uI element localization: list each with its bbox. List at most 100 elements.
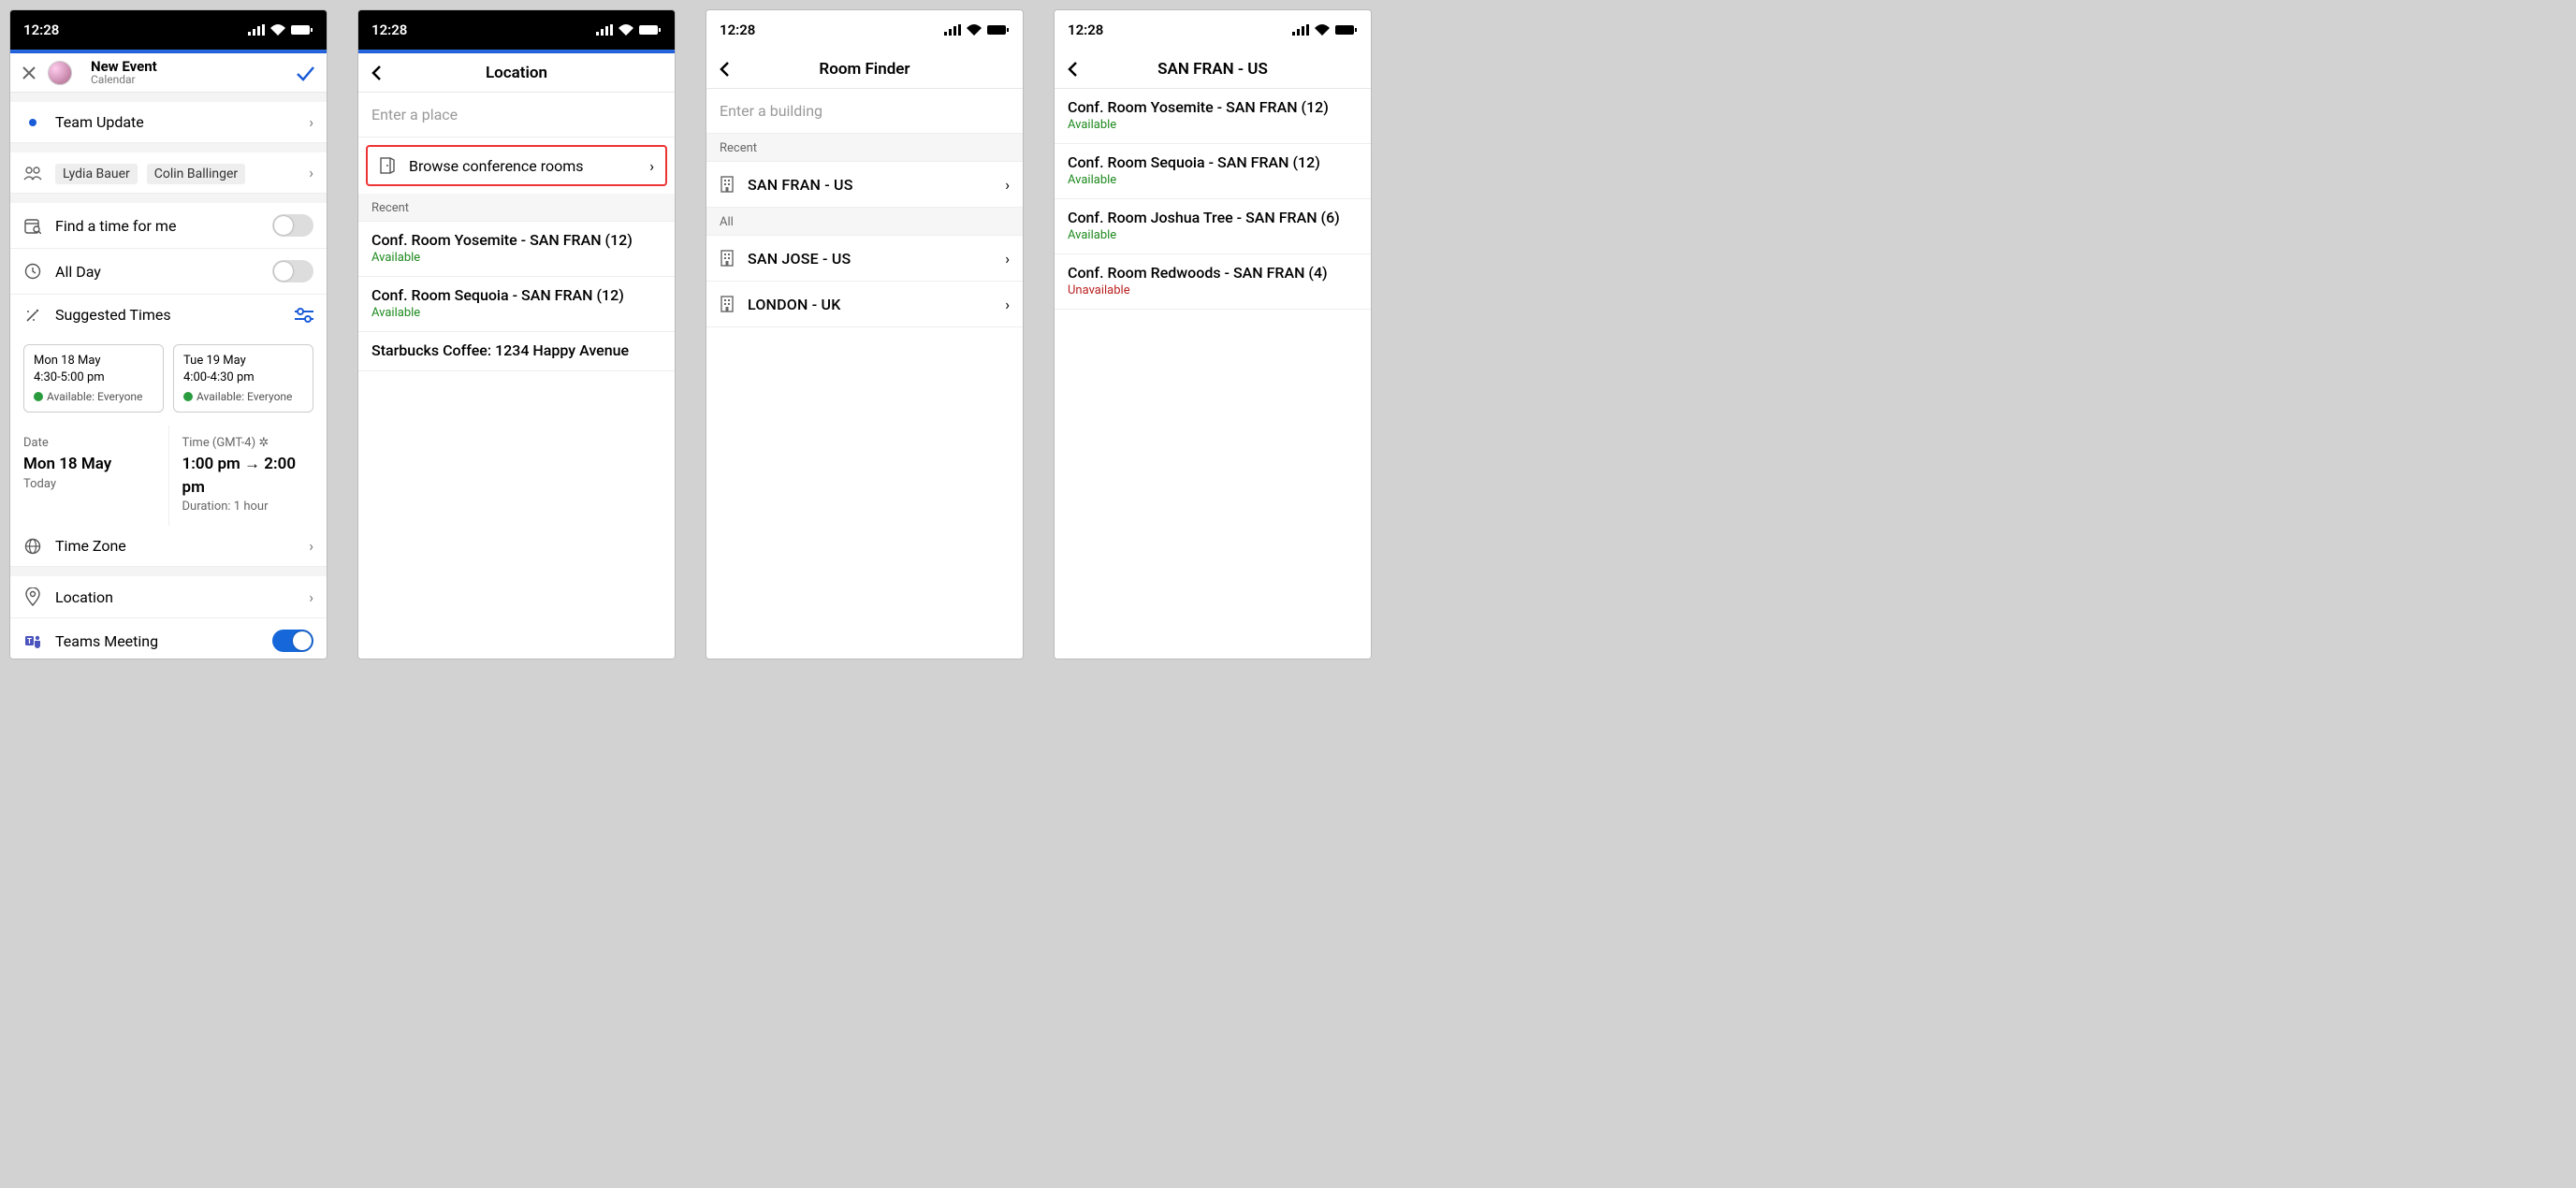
find-time-row[interactable]: Find a time for me — [10, 203, 327, 249]
building-name: SAN FRAN - US — [748, 176, 992, 194]
event-title: Team Update — [55, 113, 296, 131]
place-item[interactable]: Starbucks Coffee: 1234 Happy Avenue — [358, 332, 675, 371]
room-name: Conf. Room Sequoia - SAN FRAN (12) — [1068, 153, 1358, 171]
screen-new-event: 12:28 New Event Calendar Team Update › — [9, 9, 327, 659]
wifi-icon — [1315, 24, 1330, 36]
date-cell[interactable]: Date Mon 18 May Today — [10, 426, 168, 526]
pin-icon — [23, 587, 42, 606]
svg-text:T: T — [27, 637, 32, 645]
time-label: Time (GMT-4) — [182, 436, 256, 450]
clock-icon — [23, 263, 42, 280]
timezone-label: Time Zone — [55, 537, 296, 555]
suggested-time-card[interactable]: Tue 19 May 4:00-4:30 pm Available: Every… — [173, 344, 313, 413]
room-name: Conf. Room Sequoia - SAN FRAN (12) — [371, 286, 662, 304]
chevron-left-icon — [718, 61, 731, 78]
building-item[interactable]: LONDON - UK › — [706, 282, 1023, 327]
chevron-right-icon: › — [309, 164, 313, 181]
battery-icon — [639, 24, 662, 36]
wifi-icon — [270, 24, 285, 36]
event-title-row[interactable]: Team Update › — [10, 102, 327, 143]
date-label: Date — [23, 435, 155, 453]
attendee-chip[interactable]: Colin Ballinger — [147, 164, 245, 184]
header-title: New Event — [91, 59, 284, 75]
browse-label: Browse conference rooms — [409, 157, 636, 175]
date-time-grid: Date Mon 18 May Today Time (GMT-4) ✲ 1:0… — [10, 426, 327, 526]
save-button[interactable] — [295, 63, 315, 83]
building-name: SAN JOSE - US — [748, 250, 992, 268]
page-title: Location — [415, 64, 619, 82]
header: New Event Calendar — [10, 53, 327, 93]
status-icons — [944, 24, 1010, 36]
building-item[interactable]: SAN JOSE - US › — [706, 236, 1023, 282]
screen-location: 12:28 Location Enter a place Browse conf… — [357, 9, 676, 659]
building-item[interactable]: SAN FRAN - US › — [706, 162, 1023, 208]
room-status: Available — [1068, 173, 1358, 187]
browse-conference-rooms-button[interactable]: Browse conference rooms › — [366, 145, 667, 186]
suggested-time-card[interactable]: Mon 18 May 4:30-5:00 pm Available: Every… — [23, 344, 164, 413]
close-icon[interactable] — [22, 65, 36, 80]
sliders-icon[interactable] — [295, 308, 313, 323]
header: Room Finder — [706, 50, 1023, 89]
location-row[interactable]: Location › — [10, 576, 327, 618]
all-day-row[interactable]: All Day — [10, 249, 327, 295]
suggested-times-label: Suggested Times — [55, 306, 282, 324]
all-day-toggle[interactable] — [272, 260, 313, 283]
status-bar: 12:28 — [10, 10, 327, 50]
back-button[interactable] — [1066, 61, 1099, 78]
calendar-search-icon — [23, 217, 42, 234]
search-input[interactable]: Enter a place — [358, 93, 675, 138]
suggested-date: Tue 19 May — [183, 353, 303, 369]
teams-meeting-row[interactable]: T Teams Meeting — [10, 618, 327, 659]
all-day-label: All Day — [55, 263, 259, 281]
room-item[interactable]: Conf. Room Sequoia - SAN FRAN (12) Avail… — [1055, 144, 1371, 199]
timezone-row[interactable]: Time Zone › — [10, 526, 327, 567]
teams-toggle[interactable] — [272, 630, 313, 652]
search-placeholder: Enter a building — [720, 102, 822, 120]
teams-label: Teams Meeting — [55, 632, 259, 650]
page-title: SAN FRAN - US — [1111, 60, 1315, 79]
room-name: Conf. Room Yosemite - SAN FRAN (12) — [1068, 98, 1358, 116]
room-item[interactable]: Conf. Room Yosemite - SAN FRAN (12) Avai… — [1055, 89, 1371, 144]
page-title: Room Finder — [763, 60, 967, 79]
battery-icon — [987, 24, 1010, 36]
globe-icon — [23, 538, 42, 555]
location-label: Location — [55, 588, 296, 606]
building-icon — [720, 175, 735, 194]
back-button[interactable] — [370, 65, 403, 81]
room-status: Available — [371, 306, 662, 320]
find-time-toggle[interactable] — [272, 214, 313, 237]
place-name: Starbucks Coffee: 1234 Happy Avenue — [371, 341, 662, 359]
status-time: 12:28 — [371, 22, 407, 38]
chevron-right-icon: › — [1005, 296, 1010, 313]
room-item[interactable]: Conf. Room Sequoia - SAN FRAN (12) Avail… — [358, 277, 675, 332]
time-cell[interactable]: Time (GMT-4) ✲ 1:00 pm → 2:00 pm Duratio… — [168, 426, 327, 526]
status-bar: 12:28 — [706, 10, 1023, 50]
back-button[interactable] — [718, 61, 751, 78]
search-input[interactable]: Enter a building — [706, 89, 1023, 134]
battery-icon — [1335, 24, 1358, 36]
status-icons — [1292, 24, 1358, 36]
available-dot-icon — [183, 392, 193, 401]
date-relative: Today — [23, 476, 155, 494]
room-status: Available — [371, 251, 662, 265]
signal-icon — [248, 24, 265, 36]
room-status: Unavailable — [1068, 283, 1358, 297]
chevron-right-icon: › — [309, 537, 313, 555]
attendee-chips: Lydia Bauer Colin Ballinger — [55, 164, 296, 181]
header-subtitle: Calendar — [91, 74, 284, 86]
suggested-times-header: Suggested Times — [10, 295, 327, 335]
attendee-chip[interactable]: Lydia Bauer — [55, 164, 138, 184]
signal-icon — [944, 24, 961, 36]
room-item[interactable]: Conf. Room Joshua Tree - SAN FRAN (6) Av… — [1055, 199, 1371, 254]
suggested-times-cards: Mon 18 May 4:30-5:00 pm Available: Every… — [10, 335, 327, 426]
building-name: LONDON - UK — [748, 296, 992, 313]
building-icon — [720, 295, 735, 313]
recent-header: Recent — [358, 194, 675, 222]
attendees-row[interactable]: Lydia Bauer Colin Ballinger › — [10, 152, 327, 194]
chevron-right-icon: › — [649, 157, 654, 175]
date-value: Mon 18 May — [23, 453, 155, 476]
room-item[interactable]: Conf. Room Redwoods - SAN FRAN (4) Unava… — [1055, 254, 1371, 310]
people-icon — [23, 166, 42, 181]
chevron-right-icon: › — [1005, 250, 1010, 268]
room-item[interactable]: Conf. Room Yosemite - SAN FRAN (12) Avai… — [358, 222, 675, 277]
